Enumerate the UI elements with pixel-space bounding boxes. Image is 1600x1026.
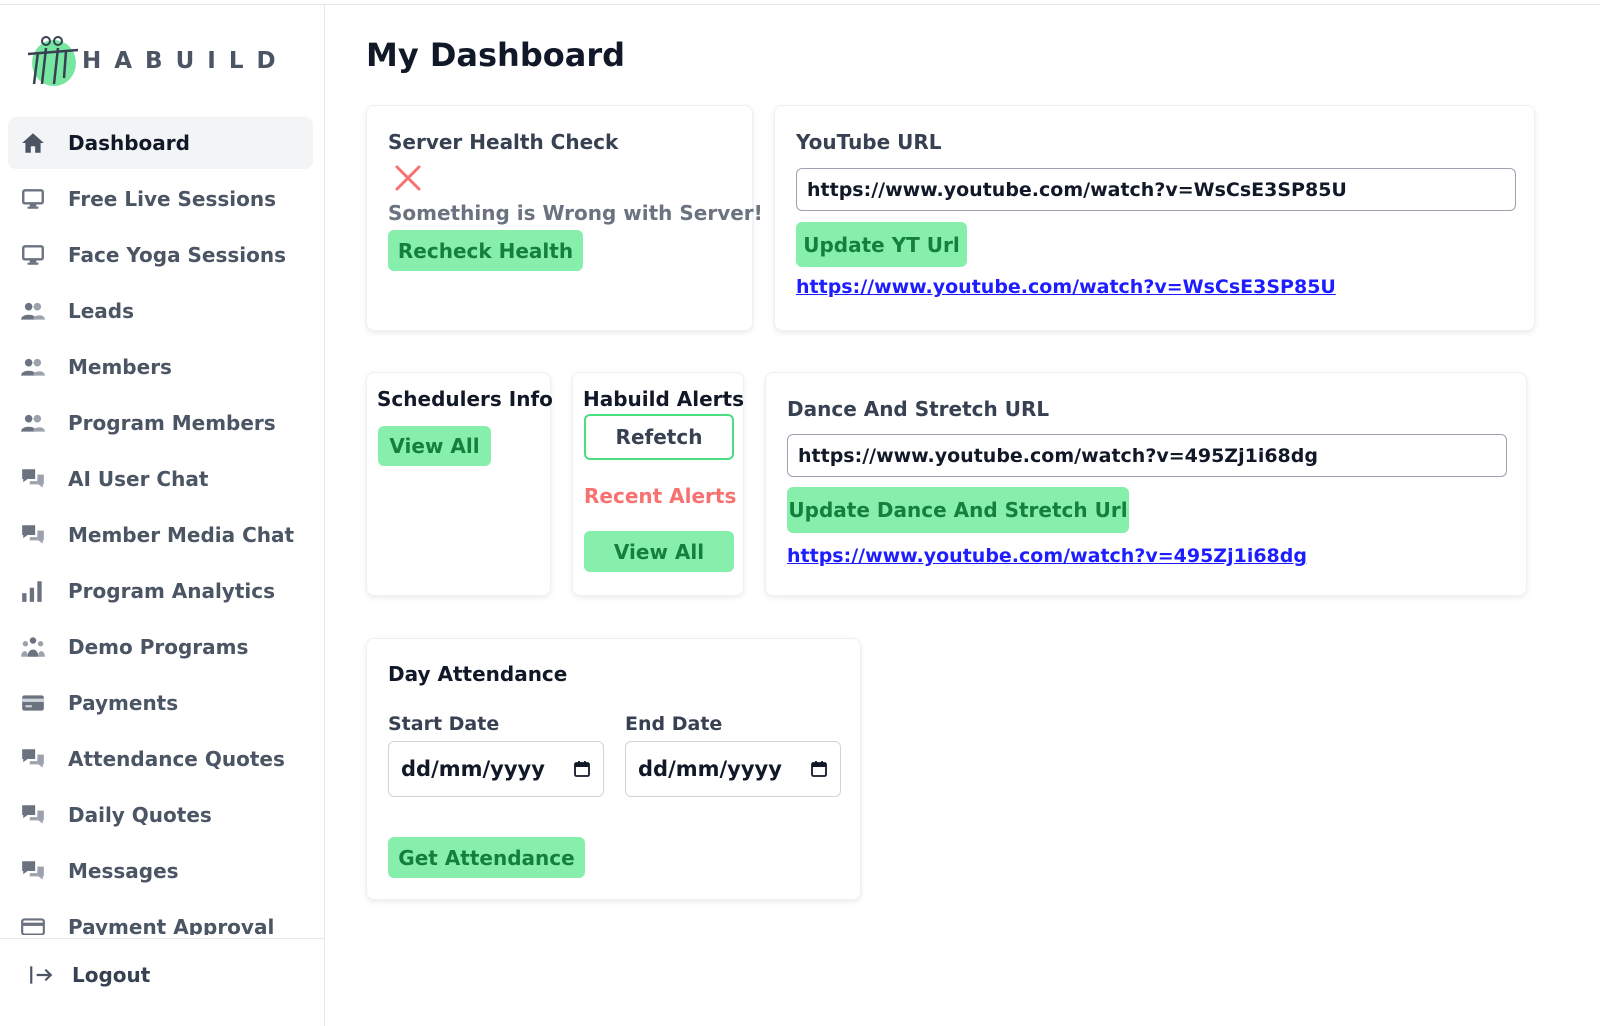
sidebar-item-program-analytics[interactable]: Program Analytics bbox=[8, 565, 313, 617]
youtube-url-input[interactable] bbox=[796, 168, 1516, 211]
sidebar-item-label: Free Live Sessions bbox=[68, 187, 277, 211]
sidebar-item-label: Daily Quotes bbox=[68, 803, 212, 827]
sidebar-divider bbox=[0, 938, 324, 939]
sidebar-item-messages[interactable]: Messages bbox=[8, 845, 313, 897]
server-health-title: Server Health Check bbox=[388, 130, 619, 154]
sidebar-item-attendance-quotes[interactable]: Attendance Quotes bbox=[8, 733, 313, 785]
sidebar-item-free-live-sessions[interactable]: Free Live Sessions bbox=[8, 173, 313, 225]
sidebar-item-member-media-chat[interactable]: Member Media Chat bbox=[8, 509, 313, 561]
calendar-icon[interactable] bbox=[573, 760, 591, 778]
sidebar-item-daily-quotes[interactable]: Daily Quotes bbox=[8, 789, 313, 841]
sidebar-item-label: Members bbox=[68, 355, 172, 379]
schedulers-info-title: Schedulers Info bbox=[377, 387, 553, 411]
refetch-button[interactable]: Refetch bbox=[584, 414, 734, 460]
logo-text: HABUILD bbox=[82, 48, 289, 74]
monitor-icon bbox=[20, 186, 46, 212]
sidebar-item-label: Member Media Chat bbox=[68, 523, 295, 547]
youtube-url-link[interactable]: https://www.youtube.com/watch?v=WsCsE3SP… bbox=[796, 276, 1336, 298]
recent-alerts-label: Recent Alerts bbox=[584, 484, 737, 508]
sidebar-nav: Dashboard Free Live Sessions Face Yoga S… bbox=[8, 117, 313, 935]
logout-icon bbox=[28, 962, 54, 988]
sidebar-item-program-members[interactable]: Program Members bbox=[8, 397, 313, 449]
chat-icon bbox=[20, 746, 46, 772]
close-icon bbox=[395, 165, 421, 191]
day-attendance-title: Day Attendance bbox=[388, 662, 568, 686]
dance-stretch-url-input[interactable] bbox=[787, 434, 1507, 477]
sidebar-item-label: Leads bbox=[68, 299, 135, 323]
sidebar-item-face-yoga-sessions[interactable]: Face Yoga Sessions bbox=[8, 229, 313, 281]
sidebar-item-label: Dashboard bbox=[68, 131, 190, 155]
habuild-alerts-card: Habuild Alerts Refetch Recent Alerts Vie… bbox=[572, 372, 744, 596]
sidebar-item-label: Messages bbox=[68, 859, 179, 883]
monitor-icon bbox=[20, 242, 46, 268]
get-attendance-button[interactable]: Get Attendance bbox=[388, 837, 585, 878]
group-icon bbox=[20, 634, 46, 660]
update-yt-url-button[interactable]: Update YT Url bbox=[796, 222, 967, 267]
sidebar-item-label: Face Yoga Sessions bbox=[68, 243, 287, 267]
start-date-label: Start Date bbox=[388, 713, 500, 735]
home-icon bbox=[20, 130, 46, 156]
chat-icon bbox=[20, 466, 46, 492]
day-attendance-card: Day Attendance Start Date dd/mm/yyyy End… bbox=[366, 638, 861, 900]
end-date-input[interactable]: dd/mm/yyyy bbox=[625, 741, 841, 797]
sidebar-item-leads[interactable]: Leads bbox=[8, 285, 313, 337]
sidebar-item-ai-user-chat[interactable]: AI User Chat bbox=[8, 453, 313, 505]
sidebar-item-label: Payment Approval bbox=[68, 915, 275, 935]
start-date-placeholder: dd/mm/yyyy bbox=[401, 757, 545, 781]
dance-stretch-card: Dance And Stretch URL Update Dance And S… bbox=[765, 372, 1527, 596]
sidebar-item-payment-approval[interactable]: Payment Approval bbox=[8, 901, 313, 935]
logo-mark-icon bbox=[24, 32, 82, 90]
page-title: My Dashboard bbox=[366, 36, 625, 74]
sidebar-item-payments[interactable]: Payments bbox=[8, 677, 313, 729]
server-health-card: Server Health Check Something is Wrong w… bbox=[366, 105, 763, 331]
sidebar: HABUILD Dashboard Free Live Sessions Fac… bbox=[0, 5, 325, 1026]
sidebar-item-demo-programs[interactable]: Demo Programs bbox=[8, 621, 313, 673]
habuild-alerts-title: Habuild Alerts bbox=[583, 387, 745, 411]
chat-icon bbox=[20, 802, 46, 828]
logout-label: Logout bbox=[72, 963, 151, 987]
sidebar-item-label: Attendance Quotes bbox=[68, 747, 285, 771]
start-date-input[interactable]: dd/mm/yyyy bbox=[388, 741, 604, 797]
update-dance-stretch-url-button[interactable]: Update Dance And Stretch Url bbox=[787, 487, 1129, 533]
alerts-view-all-button[interactable]: View All bbox=[584, 531, 734, 572]
sidebar-item-label: Program Analytics bbox=[68, 579, 276, 603]
schedulers-view-all-button[interactable]: View All bbox=[378, 426, 491, 466]
sidebar-item-members[interactable]: Members bbox=[8, 341, 313, 393]
calendar-icon[interactable] bbox=[810, 760, 828, 778]
bar-chart-icon bbox=[20, 578, 46, 604]
recheck-health-button[interactable]: Recheck Health bbox=[388, 230, 583, 271]
habuild-logo[interactable]: HABUILD bbox=[24, 31, 289, 91]
sidebar-item-label: Payments bbox=[68, 691, 179, 715]
schedulers-info-card: Schedulers Info View All bbox=[366, 372, 553, 596]
youtube-url-title: YouTube URL bbox=[796, 130, 942, 154]
youtube-url-card: YouTube URL Update YT Url https://www.yo… bbox=[774, 105, 1535, 331]
users-icon bbox=[20, 298, 46, 324]
server-status-text: Something is Wrong with Server! bbox=[388, 201, 763, 225]
sidebar-item-dashboard[interactable]: Dashboard bbox=[8, 117, 313, 169]
chat-icon bbox=[20, 522, 46, 548]
card-check-icon bbox=[20, 914, 46, 935]
dance-stretch-url-link[interactable]: https://www.youtube.com/watch?v=495Zj1i6… bbox=[787, 545, 1307, 567]
sidebar-item-label: Demo Programs bbox=[68, 635, 249, 659]
end-date-placeholder: dd/mm/yyyy bbox=[638, 757, 782, 781]
users-icon bbox=[20, 410, 46, 436]
credit-card-icon bbox=[20, 690, 46, 716]
chat-icon bbox=[20, 858, 46, 884]
users-icon bbox=[20, 354, 46, 380]
sidebar-item-label: AI User Chat bbox=[68, 467, 209, 491]
logout-button[interactable]: Logout bbox=[28, 955, 150, 995]
dance-stretch-title: Dance And Stretch URL bbox=[787, 397, 1050, 421]
sidebar-item-label: Program Members bbox=[68, 411, 276, 435]
end-date-label: End Date bbox=[625, 713, 723, 735]
